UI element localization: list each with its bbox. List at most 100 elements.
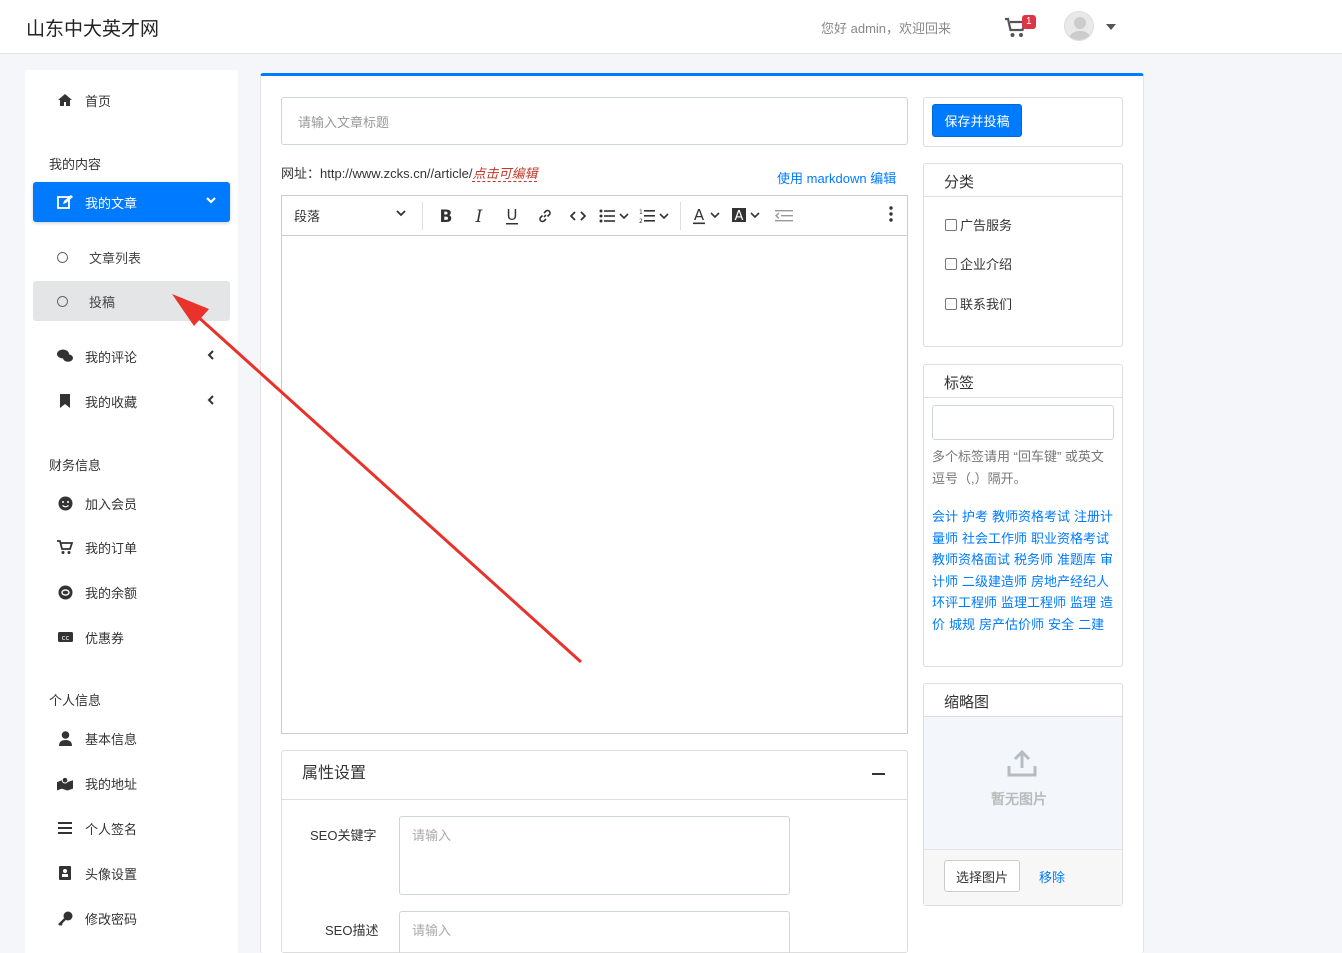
bookmark-icon xyxy=(57,393,73,409)
tag-link[interactable]: 监理 xyxy=(1070,595,1096,610)
home-icon xyxy=(57,92,73,108)
article-title-input[interactable]: 请输入文章标题 xyxy=(281,97,908,145)
sidebar-item-my-favorites[interactable]: 我的收藏 xyxy=(33,381,230,421)
underline-icon: U xyxy=(505,207,518,224)
numbered-list-button[interactable]: 12 xyxy=(634,202,674,230)
tag-link[interactable]: 教师资格面试 xyxy=(932,552,1010,567)
category-label: 广告服务 xyxy=(960,218,1013,233)
sidebar-item-label: 我的评论 xyxy=(85,349,138,365)
user-avatar[interactable] xyxy=(1064,11,1094,41)
sidebar-item-basic-info[interactable]: 基本信息 xyxy=(33,718,230,758)
no-image-text: 暂无图片 xyxy=(991,791,1047,807)
checkbox[interactable] xyxy=(945,297,957,310)
indent-button[interactable] xyxy=(767,202,800,230)
attributes-header: 属性设置 xyxy=(282,751,907,800)
thumbnail-title: 缩略图 xyxy=(924,684,1122,717)
remove-image-link[interactable]: 移除 xyxy=(1039,867,1065,886)
italic-button[interactable]: I xyxy=(462,202,495,230)
sidebar-item-my-articles[interactable]: 我的文章 xyxy=(33,182,230,222)
sidebar-item-my-orders[interactable]: 我的订单 xyxy=(33,527,230,567)
link-button[interactable] xyxy=(528,202,561,230)
site-brand[interactable]: 山东中大英才网 xyxy=(26,14,159,41)
category-label: 联系我们 xyxy=(960,297,1013,312)
paragraph-select-value: 段落 xyxy=(294,209,321,224)
svg-text:I: I xyxy=(474,208,482,224)
tag-link[interactable]: 城规 xyxy=(949,617,975,632)
background-color-button[interactable]: A xyxy=(727,202,767,230)
tag-link[interactable]: 环评工程师 xyxy=(932,595,997,610)
collapse-icon[interactable] xyxy=(872,773,885,775)
sidebar-item-my-balance[interactable]: 我的余额 xyxy=(33,572,230,612)
tag-link[interactable]: 教师资格考试 xyxy=(992,509,1070,524)
tag-link[interactable]: 房产估价师 xyxy=(979,617,1044,632)
bullet-list-button[interactable] xyxy=(594,202,634,230)
sidebar-item-my-comments[interactable]: 我的评论 xyxy=(33,336,230,376)
tag-link[interactable]: 护考 xyxy=(962,509,988,524)
cart-icon xyxy=(57,539,73,555)
tag-link[interactable]: 会计 xyxy=(932,509,958,524)
rich-text-editor[interactable]: 段落 B I U 12 A A xyxy=(281,195,908,734)
chevron-down-icon xyxy=(396,210,406,217)
svg-text:A: A xyxy=(735,209,744,224)
tags-input[interactable] xyxy=(932,405,1114,440)
seo-description-label: SEO描述 xyxy=(325,923,379,938)
upload-icon xyxy=(1007,750,1037,777)
circle-icon xyxy=(57,295,68,307)
tag-link[interactable]: 二建 xyxy=(1078,617,1104,632)
background-color-icon: A xyxy=(732,207,760,224)
balance-icon xyxy=(57,584,73,600)
tag-link[interactable]: 税务师 xyxy=(1014,552,1053,567)
save-and-submit-button[interactable]: 保存并投稿 xyxy=(932,104,1022,137)
category-option[interactable]: 企业介绍 xyxy=(945,254,1012,273)
tag-link[interactable]: 房地产经纪人 xyxy=(1031,574,1109,589)
sidebar-item-signature[interactable]: 个人签名 xyxy=(33,808,230,848)
user-menu-caret-icon[interactable] xyxy=(1106,24,1116,30)
checkbox[interactable] xyxy=(945,218,957,231)
tag-link[interactable]: 准题库 xyxy=(1057,552,1096,567)
seo-description-field[interactable]: 请输入 xyxy=(399,911,790,953)
tag-link[interactable]: 二级建造师 xyxy=(962,574,1027,589)
sidebar-item-avatar-settings[interactable]: 头像设置 xyxy=(33,853,230,893)
editor-toolbar: 段落 B I U 12 A A xyxy=(282,196,907,236)
sidebar-section-personal: 个人信息 xyxy=(49,693,102,708)
svg-text:cc: cc xyxy=(61,634,69,642)
sidebar-item-coupons[interactable]: cc 优惠券 xyxy=(33,617,230,657)
url-edit-link[interactable]: 点击可编辑 xyxy=(472,166,538,182)
tag-link[interactable]: 安全 xyxy=(1048,617,1074,632)
sidebar-section-content: 我的内容 xyxy=(49,157,102,172)
more-options-icon[interactable] xyxy=(889,206,893,227)
underline-button[interactable]: U xyxy=(495,202,528,230)
user-icon xyxy=(57,730,73,746)
sidebar-item-join-member[interactable]: 加入会员 xyxy=(33,483,230,523)
chevron-left-icon xyxy=(207,395,214,405)
article-url-line: 网址：http://www.zcks.cn//article/点击可编辑 xyxy=(281,163,538,182)
bullet-list-icon xyxy=(599,209,629,222)
toolbar-divider xyxy=(680,201,681,230)
svg-text:A: A xyxy=(694,207,705,224)
sidebar-item-my-address[interactable]: 我的地址 xyxy=(33,763,230,803)
tag-link[interactable]: 职业资格考试 xyxy=(1031,531,1109,546)
choose-image-button[interactable]: 选择图片 xyxy=(944,860,1020,892)
svg-text:U: U xyxy=(506,207,517,224)
sidebar-item-label: 投稿 xyxy=(89,294,116,310)
sidebar-item-label: 加入会员 xyxy=(85,496,138,512)
chevron-down-icon xyxy=(206,197,216,204)
tag-link[interactable]: 监理工程师 xyxy=(1001,595,1066,610)
sidebar-item-home[interactable]: 首页 xyxy=(33,80,230,120)
markdown-editor-link[interactable]: 使用 markdown 编辑 xyxy=(777,168,896,187)
category-option[interactable]: 广告服务 xyxy=(945,215,1012,234)
url-value: http://www.zcks.cn//article/ xyxy=(320,166,473,181)
paragraph-select[interactable]: 段落 xyxy=(294,206,416,225)
sidebar-item-label: 头像设置 xyxy=(85,866,138,882)
checkbox[interactable] xyxy=(945,257,957,270)
tag-link[interactable]: 社会工作师 xyxy=(962,531,1027,546)
seo-keywords-label: SEO关键字 xyxy=(310,828,377,843)
sidebar-item-change-password[interactable]: 修改密码 xyxy=(33,898,230,938)
category-option[interactable]: 联系我们 xyxy=(945,294,1012,313)
sidebar-item-article-list[interactable]: 文章列表 xyxy=(33,237,230,277)
sidebar-item-submit[interactable]: 投稿 xyxy=(33,281,230,321)
font-color-button[interactable]: A xyxy=(687,202,727,230)
seo-keywords-field[interactable]: 请输入 xyxy=(399,816,790,895)
bold-button[interactable]: B xyxy=(429,202,462,230)
code-button[interactable] xyxy=(561,202,594,230)
